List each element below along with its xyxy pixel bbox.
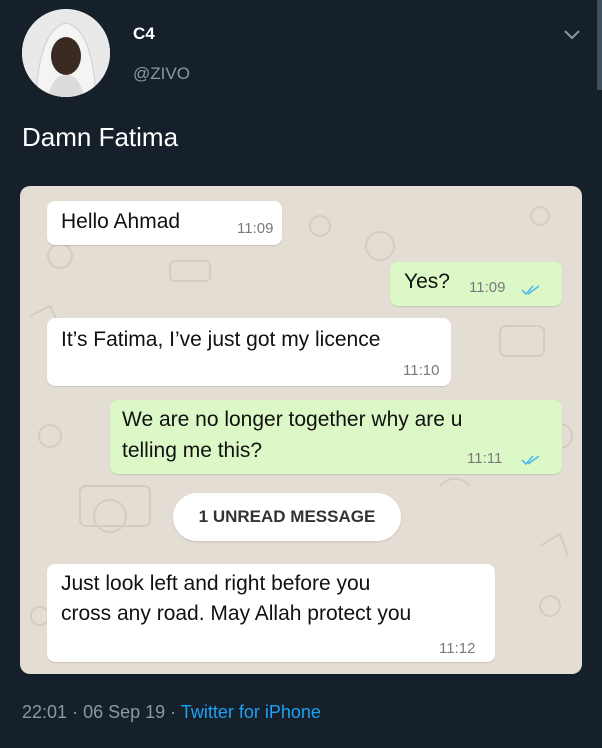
user-handle[interactable]: @ZIVO [133, 64, 190, 84]
message-bubble-outgoing[interactable]: We are no longer together why are u tell… [110, 400, 562, 474]
tweet-text: Damn Fatima [22, 122, 179, 152]
double-check-icon [521, 285, 540, 296]
scrollbar[interactable] [597, 0, 602, 90]
tweet-source-link[interactable]: Twitter for iPhone [181, 702, 321, 722]
message-text: Hello Ahmad [61, 210, 181, 233]
message-text-line: We are no longer together why are u [122, 408, 463, 431]
unread-messages-divider: 1 UNREAD MESSAGE [173, 493, 401, 541]
separator-dot: · [170, 702, 177, 722]
message-time: 11:12 [439, 640, 476, 657]
message-text-line: cross any road. May Allah protect you [61, 602, 412, 625]
message-time: 11:10 [403, 362, 440, 379]
message-time: 11:09 [469, 279, 506, 296]
tweet-date[interactable]: 06 Sep 19 [83, 702, 165, 722]
message-text-line: Just look left and right before you [61, 572, 371, 595]
message-time: 11:11 [467, 450, 503, 467]
message-text-line: telling me this? [122, 439, 263, 462]
display-name[interactable]: C4 [133, 24, 155, 44]
avatar[interactable] [22, 9, 110, 97]
message-bubble-incoming[interactable]: Hello Ahmad 11:09 [47, 201, 282, 245]
message-time: 11:09 [237, 220, 274, 237]
avatar-image [22, 9, 110, 97]
message-text: It’s Fatima, I’ve just got my licence [61, 328, 381, 351]
separator-dot: · [72, 702, 79, 722]
tweet-time[interactable]: 22:01 [22, 702, 67, 722]
attached-chat-image[interactable]: Hello Ahmad 11:09 Yes? 11:09 It’s Fatima… [20, 186, 582, 674]
chevron-down-icon[interactable] [560, 22, 584, 46]
unread-label: 1 UNREAD MESSAGE [198, 507, 376, 526]
message-bubble-incoming[interactable]: Just look left and right before you cros… [47, 564, 495, 662]
tweet-meta: 22:01 · 06 Sep 19 · Twitter for iPhone [22, 702, 321, 723]
double-check-icon [521, 455, 540, 466]
message-bubble-outgoing[interactable]: Yes? 11:09 [390, 262, 562, 306]
message-bubble-incoming[interactable]: It’s Fatima, I’ve just got my licence 11… [47, 318, 451, 386]
message-text: Yes? [404, 270, 450, 293]
